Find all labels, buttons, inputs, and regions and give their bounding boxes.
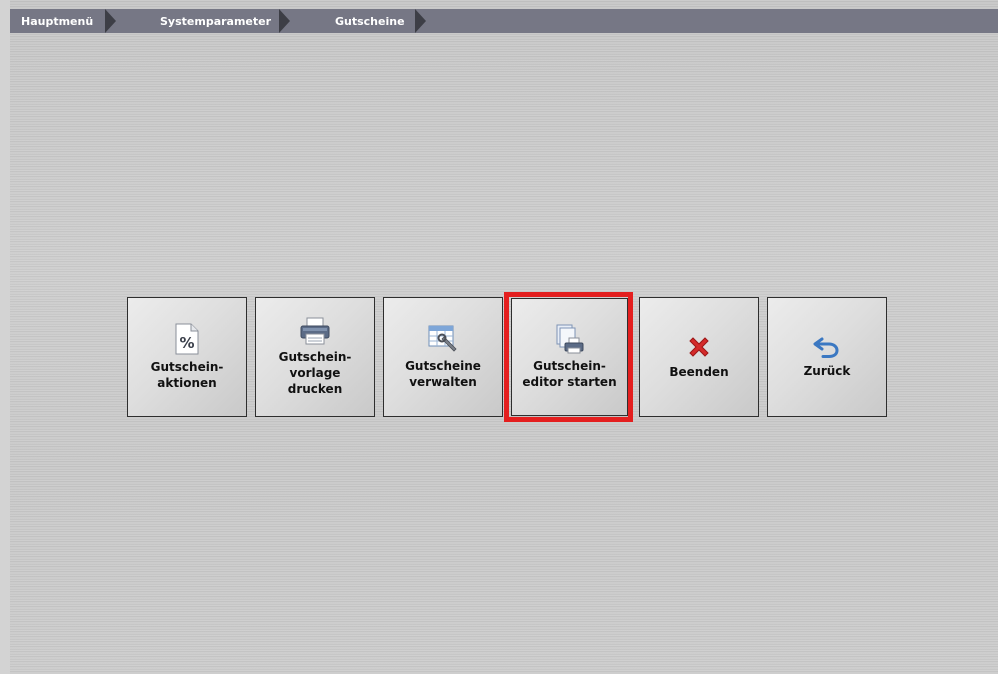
breadcrumb-separator-icon	[279, 9, 290, 33]
printer-icon	[299, 317, 331, 345]
table-wrench-icon	[428, 324, 458, 354]
breadcrumb-separator-icon	[105, 9, 116, 33]
breadcrumb-label: Hauptmenü	[21, 14, 94, 28]
undo-arrow-icon	[813, 335, 841, 359]
breadcrumb-item-systemparameter[interactable]: Systemparameter	[116, 9, 279, 33]
beenden-button[interactable]: Beenden	[639, 297, 759, 417]
gutschein-vorlage-drucken-button[interactable]: Gutschein- vorlage drucken	[255, 297, 375, 417]
tile-label: Gutschein- editor starten	[522, 359, 617, 389]
tile-label: Gutschein- aktionen	[150, 360, 224, 390]
zurueck-button[interactable]: Zurück	[767, 297, 887, 417]
svg-text:%: %	[179, 334, 194, 352]
breadcrumb-item-hauptmenu[interactable]: Hauptmenü	[10, 9, 105, 33]
gutscheine-verwalten-button[interactable]: Gutscheine verwalten	[383, 297, 503, 417]
breadcrumb-label: Systemparameter	[160, 14, 272, 28]
left-edge-strip	[0, 0, 10, 674]
gutschein-editor-starten-button[interactable]: Gutschein- editor starten	[511, 298, 628, 416]
gutschein-aktionen-button[interactable]: % Gutschein- aktionen	[127, 297, 247, 417]
breadcrumb-separator-icon	[415, 9, 426, 33]
tile-label: Beenden	[669, 365, 729, 379]
breadcrumb-label: Gutscheine	[335, 14, 405, 28]
red-x-icon	[686, 334, 712, 360]
breadcrumb: Hauptmenü Systemparameter Gutscheine	[10, 9, 998, 33]
breadcrumb-item-gutscheine[interactable]: Gutscheine	[290, 9, 415, 33]
document-printer-icon	[555, 324, 585, 354]
percent-document-icon: %	[174, 323, 200, 355]
tile-label: Zurück	[803, 364, 851, 378]
tile-label: Gutschein- vorlage drucken	[278, 350, 352, 396]
tile-label: Gutscheine verwalten	[405, 359, 481, 389]
